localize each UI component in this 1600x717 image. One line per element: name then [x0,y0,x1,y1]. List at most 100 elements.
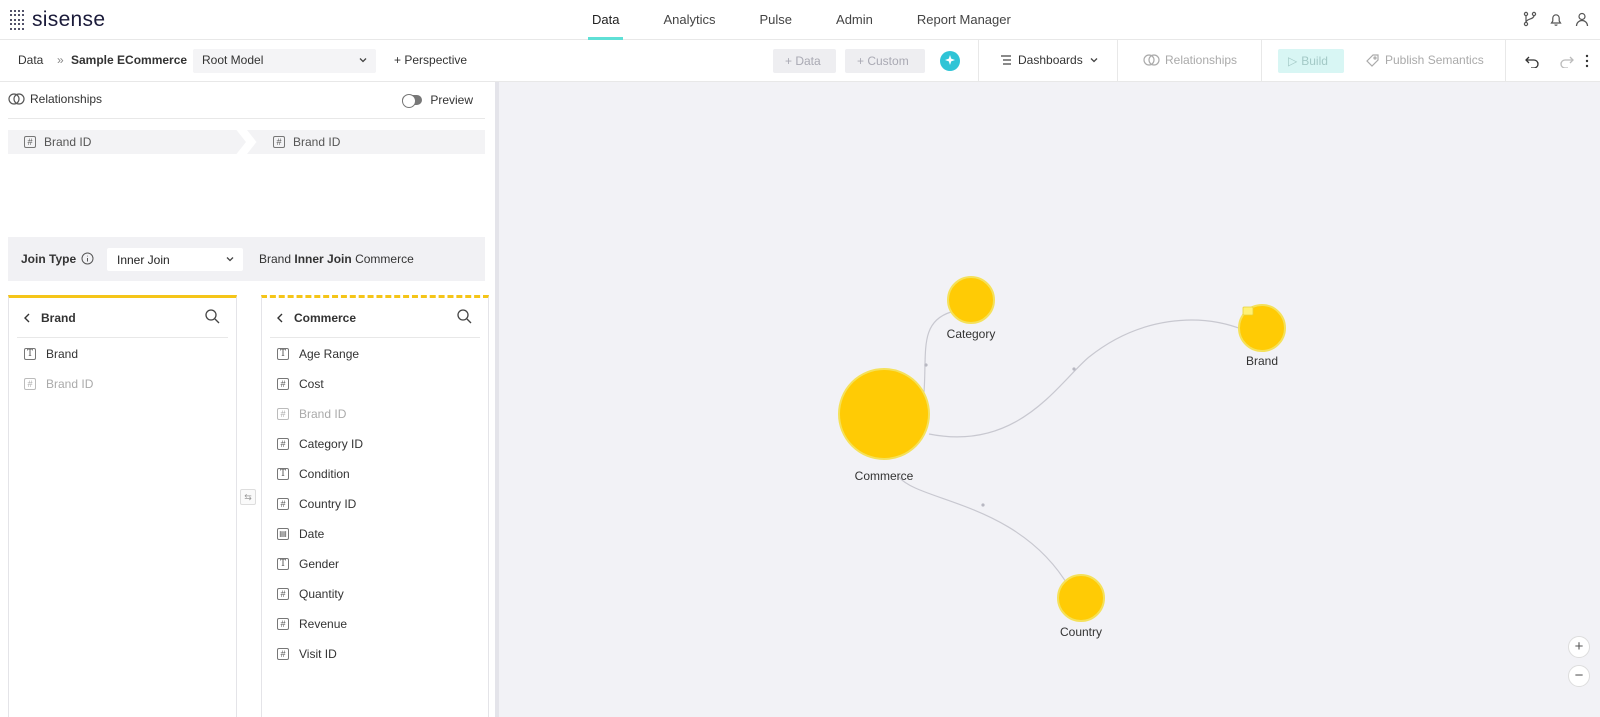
join-desc-type: Inner Join [294,252,352,266]
field-name: Brand ID [299,407,347,421]
field-name: Cost [299,377,324,391]
right-field-name: Brand ID [293,135,341,149]
join-type-value: Inner Join [117,253,170,267]
sisense-logo[interactable]: sisense [10,8,105,32]
nav-report-manager[interactable]: Report Manager [895,0,1033,40]
info-icon[interactable] [81,252,94,265]
join-type-bar: Join Type Inner Join Brand Inner Join Co… [8,237,485,281]
number-field-icon: # [24,378,36,390]
commerce-table-panel: Commerce T Age Range # Cost # Brand ID # Catego… [261,295,489,717]
schema-graph [838,276,1286,622]
node-brand-label: Brand [1245,354,1279,368]
field-item[interactable]: T Condition [277,465,350,483]
nav-pulse[interactable]: Pulse [738,0,815,40]
tag-icon [1366,53,1379,67]
breadcrumb-data[interactable]: Data [18,53,43,67]
text-field-icon: T [24,348,36,360]
relationship-right-field[interactable]: # Brand ID [247,130,485,154]
chevron-left-icon[interactable] [276,313,284,323]
node-category-label: Category [946,327,996,341]
join-type-label: Join Type [21,252,77,266]
add-custom-button[interactable]: + Custom [845,49,925,73]
brand-table-panel: Brand T Brand # Brand ID [8,295,237,717]
node-country[interactable] [1057,574,1105,622]
node-commerce-label: Commerce [854,469,914,483]
field-item[interactable]: # Quantity [277,585,344,603]
number-field-icon: # [277,648,289,660]
field-item[interactable]: # Brand ID [24,375,93,393]
field-item[interactable]: T Age Range [277,345,359,363]
field-item[interactable]: # Visit ID [277,645,337,663]
more-vertical-icon[interactable] [1584,54,1590,68]
field-item[interactable]: # Brand ID [277,405,346,423]
field-name: Revenue [299,617,348,631]
main-nav: Data Analytics Pulse Admin Report Manage… [570,0,1033,40]
redo-icon[interactable] [1560,54,1574,68]
chevron-down-icon [226,257,234,262]
preview-toggle-group: Preview [402,93,473,108]
dashboards-label: Dashboards [1018,53,1083,67]
number-field-icon: # [277,618,289,630]
swap-tables-icon[interactable]: ⇆ [240,489,256,505]
dashboards-menu[interactable]: Dashboards [1000,53,1099,67]
field-item[interactable]: # Revenue [277,615,347,633]
publish-semantics-button[interactable]: Publish Semantics [1366,53,1484,67]
nav-data[interactable]: Data [570,0,641,40]
field-item[interactable]: # Category ID [277,435,363,453]
add-data-button[interactable]: + Data [773,49,836,73]
breadcrumb-separator: » [57,53,64,67]
toolbar-divider [978,40,979,82]
model-canvas[interactable]: Category Brand Commerce Country + − [499,82,1600,717]
model-select-value: Root Model [202,53,264,67]
field-item[interactable]: T Gender [277,555,339,573]
divider [8,118,485,119]
join-type-select[interactable]: Inner Join [107,248,243,271]
preview-toggle[interactable] [402,94,423,108]
number-field-icon: # [277,378,289,390]
model-select[interactable]: Root Model [193,49,376,73]
field-name: Brand ID [46,377,94,391]
join-description: Brand Inner Join Commerce [259,252,414,266]
left-field-name: Brand ID [44,135,92,149]
git-branch-icon[interactable] [1522,11,1538,27]
nav-analytics[interactable]: Analytics [641,0,737,40]
field-name: Age Range [299,347,360,361]
relationships-button[interactable]: Relationships [1143,53,1237,67]
relationship-left-field[interactable]: # Brand ID [8,130,246,154]
node-category[interactable] [947,276,995,324]
chevron-down-icon [359,58,367,63]
zoom-in-button[interactable]: + [1568,636,1590,658]
field-name: Condition [299,467,350,481]
brand-table-title: Brand [41,310,76,325]
field-item[interactable]: # Cost [277,375,324,393]
search-icon[interactable] [205,309,220,324]
bell-icon[interactable] [1548,11,1564,27]
link-commerce-country[interactable] [898,476,1070,588]
relationships-label: Relationships [1165,53,1238,67]
node-commerce[interactable] [838,368,930,460]
chevron-down-icon [1090,58,1098,63]
field-item[interactable]: ▤ Date [277,525,324,543]
brand-table-header: Brand [17,298,228,338]
build-button[interactable]: ▷ Build [1278,49,1344,73]
field-name: Country ID [299,497,357,511]
list-icon [1001,55,1011,65]
chevron-left-icon[interactable] [23,313,31,323]
search-icon[interactable] [457,309,472,324]
link-commerce-category[interactable] [923,311,952,393]
text-field-icon: T [277,558,289,570]
add-perspective-button[interactable]: + Perspective [394,53,467,67]
breadcrumb-model[interactable]: Sample ECommerce [71,53,187,67]
field-item[interactable]: # Country ID [277,495,356,513]
publish-semantics-label: Publish Semantics [1385,53,1484,67]
zoom-out-button[interactable]: − [1568,665,1590,687]
field-name: Brand [46,347,79,361]
field-name: Quantity [299,587,344,601]
user-icon[interactable] [1574,11,1590,27]
undo-icon[interactable] [1525,54,1539,68]
relationships-icon [1143,54,1160,66]
nav-admin[interactable]: Admin [814,0,895,40]
preview-label: Preview [430,93,473,107]
field-item[interactable]: T Brand [24,345,78,363]
ai-assistant-icon[interactable] [940,51,960,71]
